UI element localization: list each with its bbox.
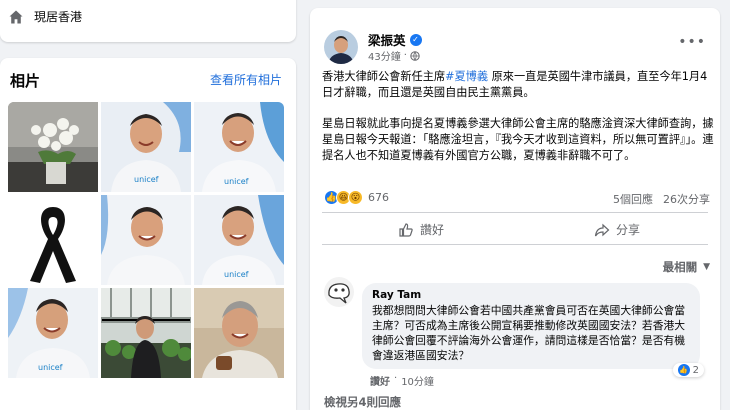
comment-author[interactable]: Ray Tam <box>372 289 690 301</box>
like-button[interactable]: 讚好 <box>398 221 444 238</box>
post-stats: 5個回應 26次分享 <box>613 191 710 207</box>
hashtag-link[interactable]: #夏博義 <box>445 70 488 83</box>
share-button[interactable]: 分享 <box>594 221 640 238</box>
share-icon <box>594 223 610 236</box>
post-meta: 43分鐘 · <box>368 48 420 63</box>
post-author[interactable]: 梁振英 ✓ <box>368 30 422 49</box>
photo-unicef-4[interactable]: unicef <box>194 195 284 285</box>
comment-like-button[interactable]: 讚好 <box>370 373 390 388</box>
photo-garden[interactable] <box>101 288 191 378</box>
globe-icon <box>410 50 420 61</box>
svg-text:unicef: unicef <box>224 270 249 279</box>
comments-count[interactable]: 5個回應 <box>613 191 653 207</box>
photos-title: 相片 <box>10 72 41 90</box>
like-label: 讚好 <box>420 223 445 237</box>
svg-text:unicef: unicef <box>134 175 159 184</box>
reaction-count: 676 <box>368 191 389 204</box>
post-paragraph-1: 香港大律師公會新任主席#夏博義 原來一直是英國牛津市議員，直至今年1月4日才辭職… <box>322 70 708 99</box>
photos-card: 相片 查看所有相片 unicef unicef unicef unicef <box>0 58 296 410</box>
intro-card: 現居香港 <box>0 0 296 42</box>
like-reaction-icon: 👍 <box>677 364 690 376</box>
photo-unicef-2[interactable]: unicef <box>194 102 284 192</box>
sort-label: 最相關 <box>662 260 698 274</box>
scrollbar[interactable] <box>723 0 730 410</box>
reactions-summary[interactable]: 👍 😆 😮 676 <box>324 190 389 205</box>
svg-text:unicef: unicef <box>38 363 63 372</box>
post-paragraph-2: 星島日報就此事向提名夏博義參選大律師公會主席的駱應淦資深大律師查詢，據星島日報今… <box>322 117 714 162</box>
comment-actions: 讚好 · 10分鐘 <box>370 373 434 388</box>
home-icon <box>9 10 23 23</box>
comment-sort-dropdown[interactable]: 最相關 ▼ <box>663 259 710 275</box>
shares-count[interactable]: 26次分享 <box>663 191 710 207</box>
divider <box>322 244 708 245</box>
comment-reactions[interactable]: 👍 2 <box>672 363 704 377</box>
photo-white-flowers[interactable] <box>8 102 98 192</box>
location-text: 現居香港 <box>34 10 83 24</box>
author-avatar[interactable] <box>324 30 358 64</box>
post-card: 梁振英 ✓ 43分鐘 · ••• 香港大律師公會新任主席#夏博義 原來一直是英國… <box>310 8 720 410</box>
thumbs-up-icon <box>399 222 413 237</box>
photo-unicef-3[interactable] <box>101 195 191 285</box>
svg-text:unicef: unicef <box>224 177 249 186</box>
share-label: 分享 <box>616 223 641 237</box>
photo-unicef-5[interactable]: unicef <box>8 288 98 378</box>
view-more-comments-link[interactable]: 檢視另4則回應 <box>324 394 401 410</box>
post-time[interactable]: 43分鐘 <box>368 48 401 63</box>
photo-black-ribbon[interactable] <box>8 195 98 285</box>
photo-grid: unicef unicef unicef unicef <box>8 102 284 378</box>
chevron-down-icon: ▼ <box>703 262 710 272</box>
photo-gray-hair[interactable] <box>194 288 284 378</box>
more-options-button[interactable]: ••• <box>678 34 706 50</box>
comment-text: 我都想問問大律師公會若中國共產黨會員可否在英國大律師公會當主席？可否成為主席後公… <box>372 304 686 362</box>
wow-reaction-icon: 😮 <box>348 190 363 205</box>
commenter-avatar[interactable] <box>324 277 354 307</box>
comment-time[interactable]: 10分鐘 <box>401 373 434 388</box>
location-row: 現居香港 <box>8 8 82 25</box>
comment-bubble: Ray Tam 我都想問問大律師公會若中國共產黨會員可否在英國大律師公會當主席？… <box>362 283 704 377</box>
divider <box>322 212 708 213</box>
verified-icon: ✓ <box>409 33 422 46</box>
comment-like-count: 2 <box>692 364 699 376</box>
see-all-photos-link[interactable]: 查看所有相片 <box>210 71 282 88</box>
author-name[interactable]: 梁振英 <box>368 30 406 49</box>
photo-unicef-1[interactable]: unicef <box>101 102 191 192</box>
